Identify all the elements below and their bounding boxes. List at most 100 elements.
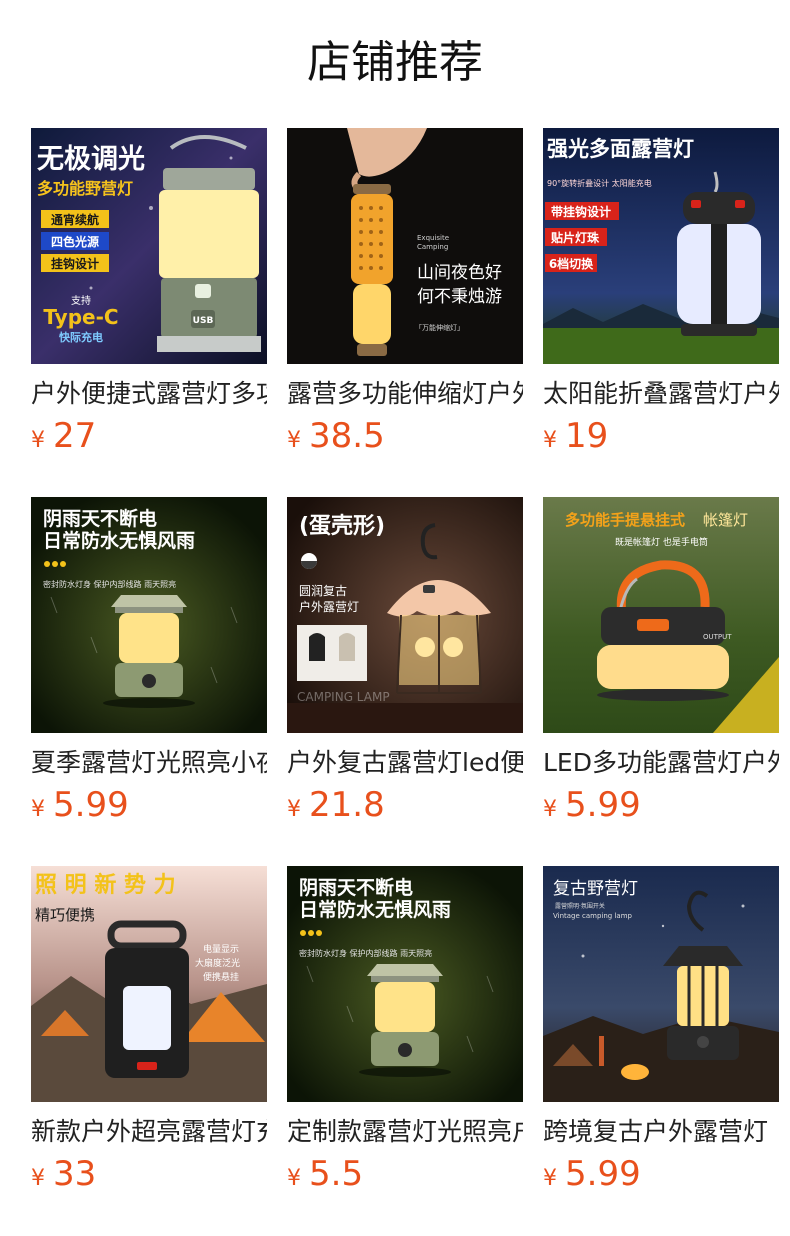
- price-value: 5.5: [309, 1154, 364, 1194]
- currency-symbol: ¥: [543, 797, 557, 822]
- page-title: 店铺推荐: [307, 37, 483, 88]
- overlay-line: 何不秉烛游: [417, 287, 502, 307]
- product-4-image: 阴雨天不断电 日常防水无惧风雨 密封防水灯身 保护内部线路 雨天照亮: [31, 497, 267, 733]
- overlay-headline: 照 明 新 势 力: [35, 872, 176, 898]
- price-value: 5.99: [565, 785, 641, 825]
- overlay-footer: 「万能伸缩灯」: [415, 323, 464, 332]
- overlay-sub: 既是帐篷灯 也是手电筒: [615, 536, 708, 548]
- currency-symbol: ¥: [31, 428, 45, 453]
- currency-symbol: ¥: [287, 428, 301, 453]
- product-card[interactable]: Exquisite Camping 山间夜色好 何不秉烛游 「万能伸缩灯」 露营…: [287, 128, 523, 497]
- overlay-tag: 通宵续航: [51, 212, 99, 227]
- price-value: 19: [565, 416, 609, 456]
- product-name[interactable]: 户外复古露营灯led便携: [287, 745, 523, 781]
- overlay-tag: 6档切换: [549, 256, 594, 271]
- currency-symbol: ¥: [31, 797, 45, 822]
- price-value: 38.5: [309, 416, 385, 456]
- product-price: ¥5.99: [543, 1152, 641, 1196]
- overlay-en: Exquisite: [417, 234, 449, 242]
- product-name[interactable]: 太阳能折叠露营灯户外充电: [543, 376, 779, 412]
- overlay-en: Camping: [417, 243, 448, 251]
- overlay-note: 便携悬挂: [203, 971, 239, 983]
- overlay-note: 电量显示: [203, 943, 239, 955]
- product-image[interactable]: 复古野营灯 露营照明·氛围开关 Vintage camping lamp: [543, 866, 779, 1102]
- overlay-line: 阴雨天不断电: [299, 876, 413, 899]
- overlay-sub: 精巧便携: [35, 906, 95, 924]
- overlay-tag: 挂钩设计: [51, 256, 99, 271]
- product-card[interactable]: 阴雨天不断电 日常防水无惧风雨 密封防水灯身 保护内部线路 雨天照亮 夏季露营灯…: [31, 497, 267, 866]
- product-name[interactable]: 露营多功能伸缩灯户外野营灯: [287, 376, 523, 412]
- overlay-output: OUTPUT: [703, 633, 732, 641]
- product-card[interactable]: 阴雨天不断电 日常防水无惧风雨 密封防水灯身 保护内部线路 雨天照亮 定制款露营…: [287, 866, 523, 1235]
- overlay-typec: Type-C: [43, 305, 118, 329]
- currency-symbol: ¥: [287, 797, 301, 822]
- overlay-small: 密封防水灯身 保护内部线路 雨天照亮: [43, 579, 176, 589]
- product-5-image: (蛋壳形) 圆润复古 户外露营灯 CAMPING LAMP: [287, 497, 523, 733]
- overlay-note: 大扇度泛光: [195, 957, 240, 969]
- currency-symbol: ¥: [543, 1166, 557, 1191]
- product-image[interactable]: 照 明 新 势 力 精巧便携 电量显示 大扇度泛光 便携悬挂: [31, 866, 267, 1102]
- overlay-line: 日常防水无惧风雨: [299, 898, 451, 921]
- product-image[interactable]: 强光多面露营灯 90°旋转折叠设计 太阳能充电 带挂钩设计 贴片灯珠 6档切换: [543, 128, 779, 364]
- overlay-headline: (蛋壳形): [299, 514, 385, 539]
- product-price: ¥19: [543, 414, 608, 458]
- product-card[interactable]: (蛋壳形) 圆润复古 户外露营灯 CAMPING LAMP 户外复古露营灯led…: [287, 497, 523, 866]
- product-image[interactable]: (蛋壳形) 圆润复古 户外露营灯 CAMPING LAMP: [287, 497, 523, 733]
- price-value: 27: [53, 416, 97, 456]
- product-7-image: 照 明 新 势 力 精巧便携 电量显示 大扇度泛光 便携悬挂: [31, 866, 267, 1102]
- product-price: ¥21.8: [287, 783, 385, 827]
- product-grid: USB 无极调光 多功能野营灯 通宵续航 四色光源 挂钩设计 支持 Type-C…: [31, 128, 779, 1235]
- overlay-headline: 强光多面露营灯: [547, 137, 694, 161]
- product-image[interactable]: 阴雨天不断电 日常防水无惧风雨 密封防水灯身 保护内部线路 雨天照亮: [31, 497, 267, 733]
- product-1-image: USB 无极调光 多功能野营灯 通宵续航 四色光源 挂钩设计 支持 Type-C…: [31, 128, 267, 364]
- product-price: ¥38.5: [287, 414, 385, 458]
- product-image[interactable]: 阴雨天不断电 日常防水无惧风雨 密封防水灯身 保护内部线路 雨天照亮: [287, 866, 523, 1102]
- product-6-image: 多功能手提悬挂式 帐篷灯 既是帐篷灯 也是手电筒 OUTPUT: [543, 497, 779, 733]
- product-card[interactable]: 复古野营灯 露营照明·氛围开关 Vintage camping lamp 跨境复…: [543, 866, 779, 1235]
- overlay-line: 日常防水无惧风雨: [43, 529, 195, 552]
- currency-symbol: ¥: [287, 1166, 301, 1191]
- product-name[interactable]: LED多功能露营灯户外手提: [543, 745, 779, 781]
- product-price: ¥5.99: [31, 783, 129, 827]
- product-image[interactable]: 多功能手提悬挂式 帐篷灯 既是帐篷灯 也是手电筒 OUTPUT: [543, 497, 779, 733]
- product-price: ¥5.5: [287, 1152, 363, 1196]
- overlay-headline: 复古野营灯: [553, 879, 638, 899]
- price-value: 5.99: [565, 1154, 641, 1194]
- overlay-headline: 多功能手提悬挂式: [565, 511, 685, 529]
- product-name[interactable]: 夏季露营灯光照亮小夜灯户外: [31, 745, 267, 781]
- overlay-small: 密封防水灯身 保护内部线路 雨天照亮: [299, 948, 432, 958]
- overlay-headline: 帐篷灯: [703, 511, 748, 529]
- product-card[interactable]: 强光多面露营灯 90°旋转折叠设计 太阳能充电 带挂钩设计 贴片灯珠 6档切换 …: [543, 128, 779, 497]
- overlay-line: 户外露营灯: [299, 599, 359, 614]
- product-price: ¥5.99: [543, 783, 641, 827]
- overlay-tag: 贴片灯珠: [551, 230, 600, 245]
- overlay-line: 圆润复古: [299, 583, 347, 598]
- overlay-tag: 四色光源: [51, 234, 99, 249]
- product-3-image: 强光多面露营灯 90°旋转折叠设计 太阳能充电 带挂钩设计 贴片灯珠 6档切换: [543, 128, 779, 364]
- product-card[interactable]: 照 明 新 势 力 精巧便携 电量显示 大扇度泛光 便携悬挂 新款户外超亮露营灯…: [31, 866, 267, 1235]
- product-name[interactable]: 跨境复古户外露营灯: [543, 1114, 779, 1150]
- product-name[interactable]: 户外便捷式露营灯多功能无极调光野营灯: [31, 376, 267, 412]
- price-value: 21.8: [309, 785, 385, 825]
- price-value: 33: [53, 1154, 97, 1194]
- overlay-sub: 露营照明·氛围开关: [555, 902, 605, 910]
- overlay-line: 阴雨天不断电: [43, 507, 157, 530]
- product-9-image: 复古野营灯 露营照明·氛围开关 Vintage camping lamp: [543, 866, 779, 1102]
- overlay-subhead: 多功能野营灯: [37, 179, 133, 198]
- product-card[interactable]: 多功能手提悬挂式 帐篷灯 既是帐篷灯 也是手电筒 OUTPUT LED多功能露营…: [543, 497, 779, 866]
- product-card[interactable]: USB 无极调光 多功能野营灯 通宵续航 四色光源 挂钩设计 支持 Type-C…: [31, 128, 267, 497]
- overlay-headline: 无极调光: [37, 144, 145, 175]
- product-name[interactable]: 定制款露营灯光照亮户外: [287, 1114, 523, 1150]
- price-value: 5.99: [53, 785, 129, 825]
- currency-symbol: ¥: [543, 428, 557, 453]
- overlay-fast: 快际充电: [58, 330, 103, 344]
- product-image[interactable]: USB 无极调光 多功能野营灯 通宵续航 四色光源 挂钩设计 支持 Type-C…: [31, 128, 267, 364]
- currency-symbol: ¥: [31, 1166, 45, 1191]
- overlay-line: 山间夜色好: [417, 263, 502, 283]
- product-image[interactable]: Exquisite Camping 山间夜色好 何不秉烛游 「万能伸缩灯」: [287, 128, 523, 364]
- product-8-image: 阴雨天不断电 日常防水无惧风雨 密封防水灯身 保护内部线路 雨天照亮: [287, 866, 523, 1102]
- product-2-image: Exquisite Camping 山间夜色好 何不秉烛游 「万能伸缩灯」: [287, 128, 523, 364]
- overlay-en: Vintage camping lamp: [553, 912, 633, 920]
- product-price: ¥33: [31, 1152, 96, 1196]
- product-name[interactable]: 新款户外超亮露营灯充电: [31, 1114, 267, 1150]
